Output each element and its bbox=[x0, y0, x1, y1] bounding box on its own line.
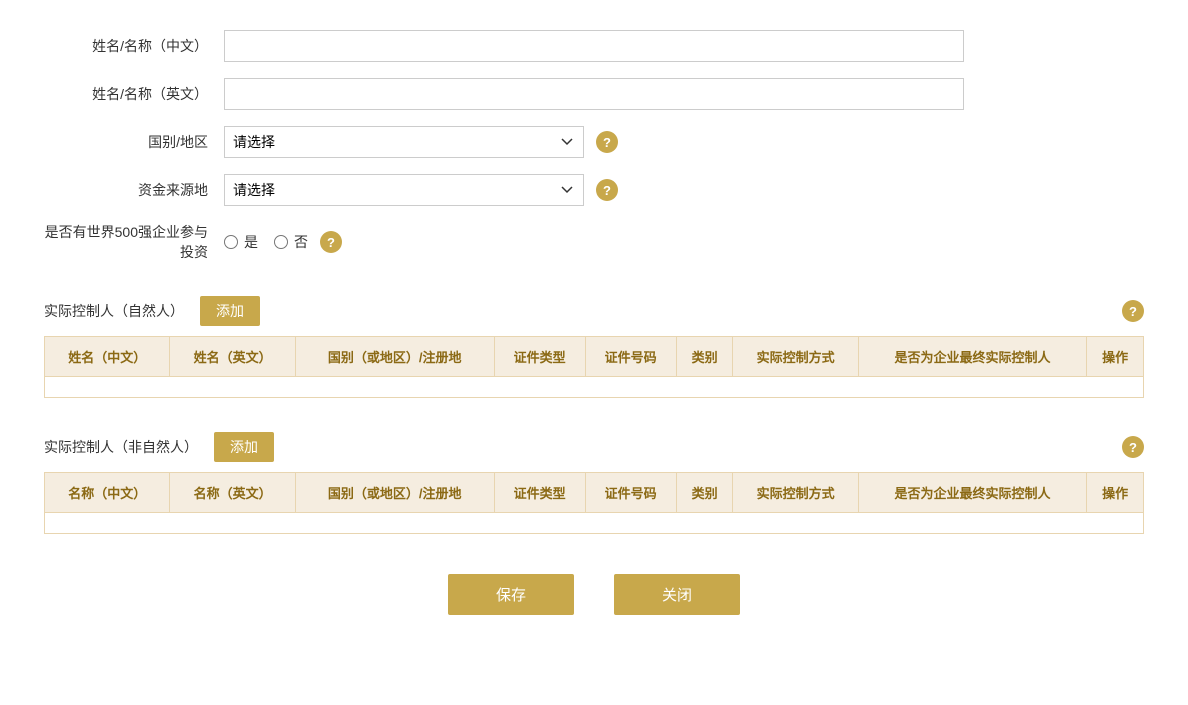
natural-col-operation: 操作 bbox=[1087, 337, 1144, 377]
fund-source-row: 资金来源地 请选择 ? bbox=[44, 174, 1144, 206]
natural-controller-table: 姓名（中文） 姓名（英文） 国别（或地区）/注册地 证件类型 证件号码 类别 实… bbox=[44, 336, 1144, 398]
non-natural-controller-help-icon[interactable]: ? bbox=[1122, 436, 1144, 458]
non-natural-col-cert-no: 证件号码 bbox=[585, 473, 676, 513]
natural-controller-help-icon[interactable]: ? bbox=[1122, 300, 1144, 322]
fortune500-help-icon[interactable]: ? bbox=[320, 231, 342, 253]
natural-controller-table-header-row: 姓名（中文） 姓名（英文） 国别（或地区）/注册地 证件类型 证件号码 类别 实… bbox=[45, 337, 1144, 377]
fortune500-no-option[interactable]: 否 bbox=[274, 232, 308, 252]
non-natural-col-operation: 操作 bbox=[1087, 473, 1144, 513]
fortune500-row: 是否有世界500强企业参与投资 是 否 ? bbox=[44, 222, 1144, 262]
natural-col-name-en: 姓名（英文） bbox=[170, 337, 295, 377]
close-button[interactable]: 关闭 bbox=[614, 574, 740, 615]
non-natural-col-name-cn: 名称（中文） bbox=[45, 473, 170, 513]
natural-controller-title: 实际控制人（自然人） bbox=[44, 301, 184, 321]
non-natural-controller-table-header-row: 名称（中文） 名称（英文） 国别（或地区）/注册地 证件类型 证件号码 类别 实… bbox=[45, 473, 1144, 513]
natural-controller-empty-cell bbox=[45, 377, 1144, 398]
natural-controller-add-button[interactable]: 添加 bbox=[200, 296, 260, 326]
country-select[interactable]: 请选择 bbox=[224, 126, 584, 158]
natural-col-category: 类别 bbox=[676, 337, 733, 377]
fund-source-label: 资金来源地 bbox=[44, 180, 224, 200]
non-natural-col-category: 类别 bbox=[676, 473, 733, 513]
name-cn-label: 姓名/名称（中文） bbox=[44, 36, 224, 56]
fund-source-select[interactable]: 请选择 bbox=[224, 174, 584, 206]
fortune500-no-label: 否 bbox=[294, 232, 308, 252]
natural-col-cert-no: 证件号码 bbox=[585, 337, 676, 377]
non-natural-col-name-en: 名称（英文） bbox=[170, 473, 295, 513]
fortune500-no-radio[interactable] bbox=[274, 235, 288, 249]
country-label: 国别/地区 bbox=[44, 132, 224, 152]
natural-col-final-controller: 是否为企业最终实际控制人 bbox=[858, 337, 1086, 377]
non-natural-controller-empty-cell bbox=[45, 513, 1144, 534]
fortune500-label: 是否有世界500强企业参与投资 bbox=[44, 222, 224, 262]
country-row: 国别/地区 请选择 ? bbox=[44, 126, 1144, 158]
non-natural-controller-header-row: 实际控制人（非自然人） 添加 ? bbox=[44, 422, 1144, 472]
non-natural-controller-header: 实际控制人（非自然人） 添加 bbox=[44, 422, 274, 472]
non-natural-col-cert-type: 证件类型 bbox=[494, 473, 585, 513]
fortune500-yes-radio[interactable] bbox=[224, 235, 238, 249]
country-help-icon[interactable]: ? bbox=[596, 131, 618, 153]
non-natural-col-control-method: 实际控制方式 bbox=[733, 473, 858, 513]
natural-controller-empty-row bbox=[45, 377, 1144, 398]
fortune500-radio-group: 是 否 bbox=[224, 232, 308, 252]
main-container: 姓名/名称（中文） 姓名/名称（英文） 国别/地区 请选择 ? 资金来源地 请选… bbox=[44, 30, 1144, 645]
natural-controller-section: 实际控制人（自然人） 添加 ? 姓名（中文） 姓名（英文） 国别（或地区）/注册… bbox=[44, 286, 1144, 398]
natural-col-country: 国别（或地区）/注册地 bbox=[295, 337, 494, 377]
name-en-input[interactable] bbox=[224, 78, 964, 110]
non-natural-controller-section: 实际控制人（非自然人） 添加 ? 名称（中文） 名称（英文） 国别（或地区）/注… bbox=[44, 422, 1144, 534]
natural-col-cert-type: 证件类型 bbox=[494, 337, 585, 377]
natural-controller-header: 实际控制人（自然人） 添加 bbox=[44, 286, 260, 336]
save-button[interactable]: 保存 bbox=[448, 574, 574, 615]
fund-source-help-icon[interactable]: ? bbox=[596, 179, 618, 201]
non-natural-controller-table: 名称（中文） 名称（英文） 国别（或地区）/注册地 证件类型 证件号码 类别 实… bbox=[44, 472, 1144, 534]
non-natural-col-country: 国别（或地区）/注册地 bbox=[295, 473, 494, 513]
form-section: 姓名/名称（中文） 姓名/名称（英文） 国别/地区 请选择 ? 资金来源地 请选… bbox=[44, 30, 1144, 262]
name-cn-row: 姓名/名称（中文） bbox=[44, 30, 1144, 62]
non-natural-controller-title: 实际控制人（非自然人） bbox=[44, 437, 198, 457]
non-natural-controller-add-button[interactable]: 添加 bbox=[214, 432, 274, 462]
name-en-label: 姓名/名称（英文） bbox=[44, 84, 224, 104]
non-natural-controller-empty-row bbox=[45, 513, 1144, 534]
name-en-row: 姓名/名称（英文） bbox=[44, 78, 1144, 110]
natural-col-control-method: 实际控制方式 bbox=[733, 337, 858, 377]
button-bar: 保存 关闭 bbox=[44, 574, 1144, 645]
natural-col-name-cn: 姓名（中文） bbox=[45, 337, 170, 377]
natural-controller-header-row: 实际控制人（自然人） 添加 ? bbox=[44, 286, 1144, 336]
non-natural-col-final-controller: 是否为企业最终实际控制人 bbox=[858, 473, 1086, 513]
name-cn-input[interactable] bbox=[224, 30, 964, 62]
fortune500-yes-label: 是 bbox=[244, 232, 258, 252]
fortune500-yes-option[interactable]: 是 bbox=[224, 232, 258, 252]
